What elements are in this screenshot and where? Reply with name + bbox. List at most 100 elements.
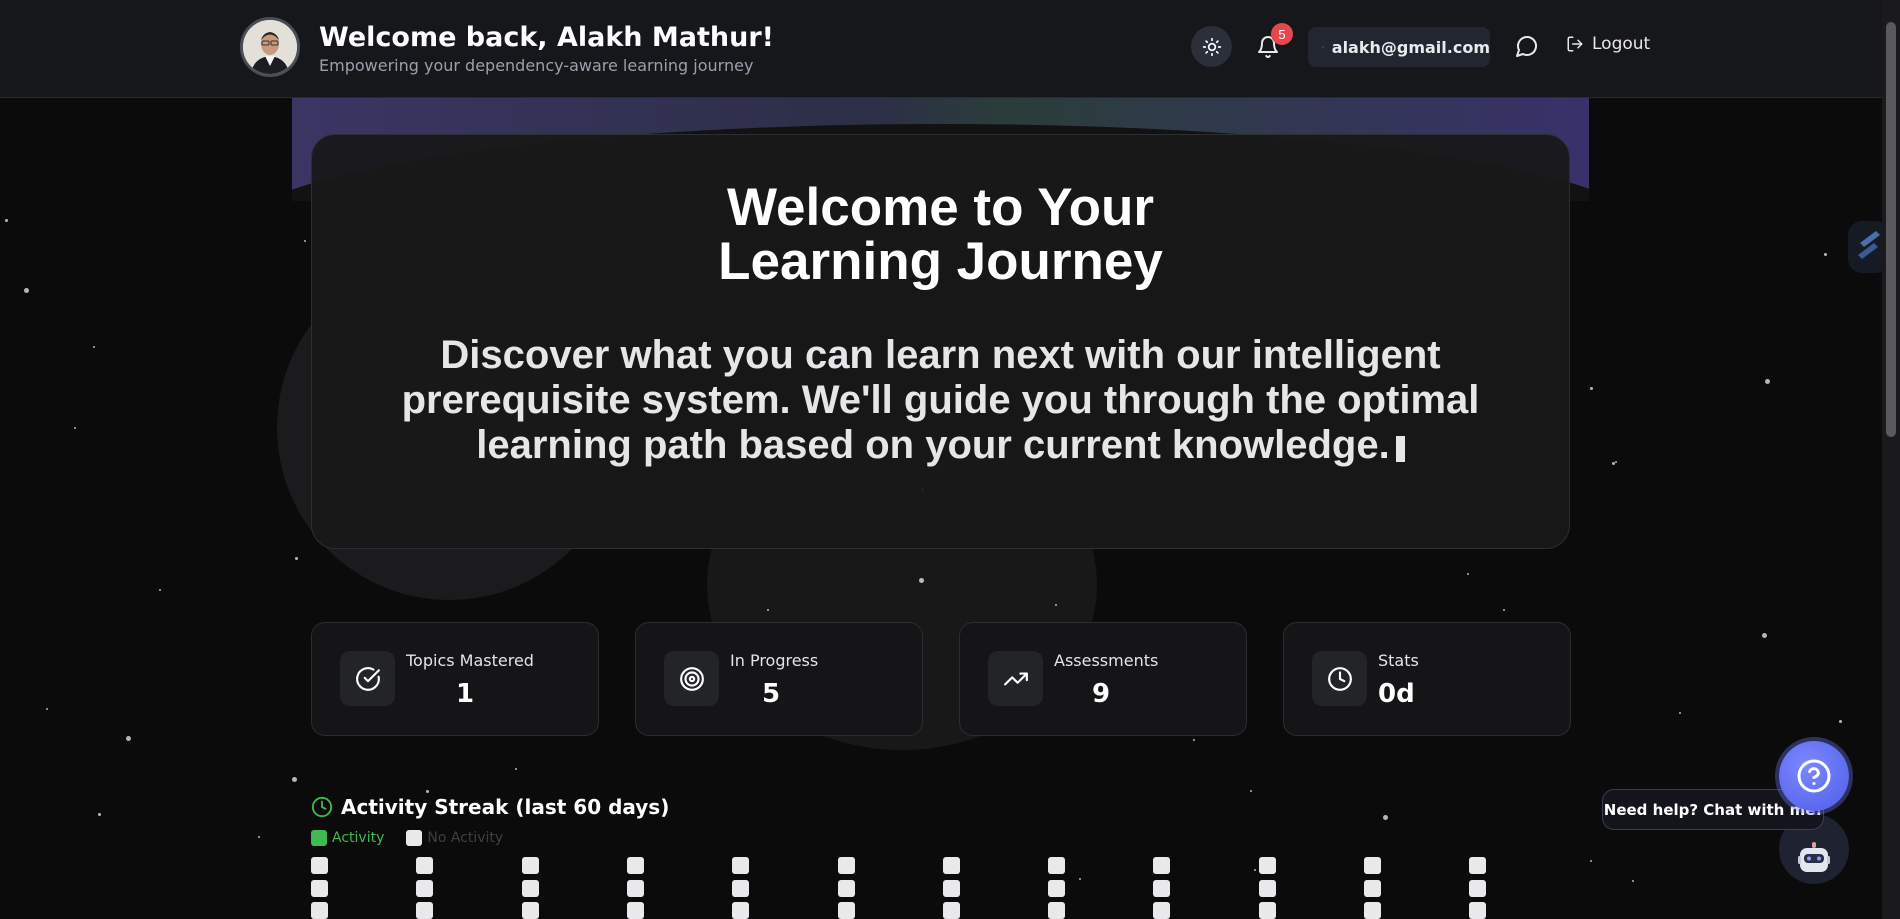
stat-label: Assessments	[1054, 651, 1159, 670]
hero-title: Welcome to Your Learning Journey	[312, 181, 1569, 289]
star-dot	[1590, 860, 1592, 862]
star-dot	[1467, 573, 1469, 575]
activity-day-cell	[1259, 857, 1276, 874]
star-dot	[126, 736, 131, 741]
welcome-title: Welcome back, Alakh Mathur!	[319, 22, 774, 53]
hero-description-text: Discover what you can learn next with ou…	[401, 333, 1480, 467]
stat-card-topics-mastered: Topics Mastered 1	[311, 622, 599, 736]
star-dot	[292, 777, 297, 782]
activity-day-cell	[522, 880, 539, 897]
message-circle-icon	[1516, 36, 1537, 57]
activity-day-cell	[1469, 902, 1486, 919]
stat-value: 9	[1092, 679, 1111, 709]
activity-day-cell	[1364, 902, 1381, 919]
user-email-button[interactable]: alakh@gmail.com	[1308, 27, 1490, 67]
star-dot	[1765, 379, 1770, 384]
star-dot	[93, 346, 95, 348]
stat-card-assessments: Assessments 9	[959, 622, 1247, 736]
avatar[interactable]	[240, 17, 300, 77]
activity-day-cell	[1259, 902, 1276, 919]
activity-day-cell	[311, 902, 328, 919]
stat-icon-box	[1312, 651, 1367, 706]
star-dot	[1632, 880, 1634, 882]
star-dot	[1383, 815, 1388, 820]
legend-no-activity-label: No Activity	[427, 830, 504, 846]
activity-day-cell	[627, 902, 644, 919]
logout-button[interactable]: Logout	[1566, 34, 1650, 54]
stat-label: In Progress	[730, 651, 819, 670]
stat-card-stats: Stats 0d	[1283, 622, 1571, 736]
hero-description: Discover what you can learn next with ou…	[382, 333, 1499, 468]
hero-card: Welcome to Your Learning Journey Discove…	[311, 134, 1570, 549]
star-dot	[919, 578, 924, 583]
scrollbar[interactable]	[1882, 0, 1900, 919]
activity-day-cell	[838, 902, 855, 919]
activity-legend: Activity No Activity	[311, 830, 503, 846]
legend-activity-swatch	[311, 830, 327, 846]
stat-value: 1	[456, 679, 475, 709]
activity-streak-title: Activity Streak (last 60 days)	[341, 795, 670, 819]
star-dot	[159, 589, 161, 591]
activity-day-cell	[1364, 857, 1381, 874]
typing-caret	[1395, 436, 1405, 462]
top-header: Welcome back, Alakh Mathur! Empowering y…	[0, 0, 1900, 98]
chat-button[interactable]	[1515, 34, 1539, 62]
activity-day-cell	[1469, 857, 1486, 874]
hero-title-line2: Learning Journey	[718, 232, 1163, 291]
user-icon	[1322, 46, 1324, 48]
activity-day-cell	[627, 880, 644, 897]
star-dot	[1762, 633, 1767, 638]
activity-day-cell	[416, 880, 433, 897]
hero-title-line1: Welcome to Your	[726, 178, 1155, 237]
activity-day-cell	[1153, 857, 1170, 874]
star-dot	[767, 609, 769, 611]
stat-value: 5	[762, 679, 781, 709]
welcome-subtitle: Empowering your dependency-aware learnin…	[319, 56, 754, 75]
activity-day-cell	[943, 857, 960, 874]
help-button[interactable]	[1779, 741, 1849, 811]
star-dot	[1250, 790, 1252, 792]
star-dot	[1824, 253, 1827, 256]
star-dot	[258, 836, 260, 838]
activity-day-cell	[311, 857, 328, 874]
star-dot	[1612, 462, 1615, 465]
stat-label: Stats	[1378, 651, 1419, 670]
activity-day-cell	[1048, 857, 1065, 874]
activity-day-cell	[1048, 902, 1065, 919]
activity-day-cell	[311, 880, 328, 897]
star-dot	[1590, 387, 1593, 390]
activity-day-cell	[627, 857, 644, 874]
star-dot	[24, 288, 29, 293]
star-dot	[1679, 712, 1681, 714]
logout-icon	[1567, 36, 1583, 52]
activity-day-cell	[522, 857, 539, 874]
stat-icon-box	[340, 651, 395, 706]
stat-icon-box	[664, 651, 719, 706]
notification-count-badge: 5	[1271, 23, 1293, 45]
star-dot	[98, 813, 101, 816]
help-circle-icon	[1797, 759, 1831, 793]
star-dot	[515, 768, 517, 770]
activity-day-cell	[1153, 902, 1170, 919]
star-dot	[74, 427, 76, 429]
stat-card-in-progress: In Progress 5	[635, 622, 923, 736]
star-dot	[46, 708, 48, 710]
target-icon	[679, 666, 704, 691]
activity-grid	[311, 857, 1511, 919]
activity-day-cell	[1153, 880, 1170, 897]
activity-day-cell	[838, 857, 855, 874]
trending-up-icon	[1003, 672, 1028, 685]
scrollbar-thumb[interactable]	[1886, 22, 1896, 437]
activity-streak-header: Activity Streak (last 60 days)	[311, 795, 669, 819]
activity-day-cell	[1048, 880, 1065, 897]
star-dot	[1055, 604, 1057, 606]
star-dot	[304, 240, 306, 242]
star-dot	[1615, 461, 1617, 463]
activity-day-cell	[416, 857, 433, 874]
star-dot	[295, 557, 298, 560]
activity-day-cell	[1259, 880, 1276, 897]
check-circle-icon	[355, 666, 380, 691]
theme-toggle-button[interactable]	[1191, 26, 1232, 67]
activity-day-cell	[1469, 880, 1486, 897]
activity-day-cell	[416, 902, 433, 919]
